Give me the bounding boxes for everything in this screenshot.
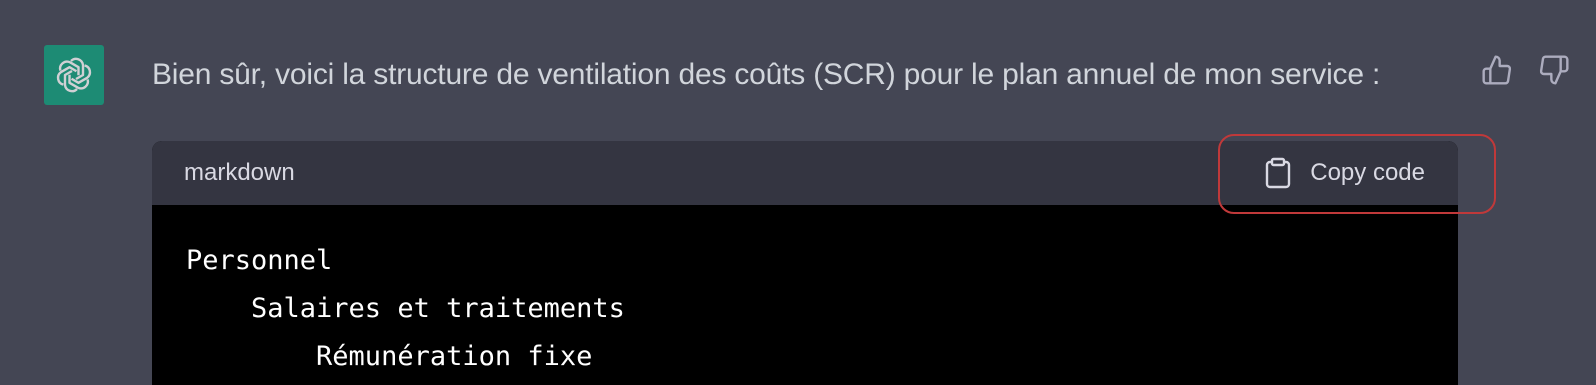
thumbs-down-button[interactable] — [1536, 52, 1572, 88]
thumbs-up-icon — [1482, 55, 1512, 85]
copy-code-button[interactable]: Copy code — [1264, 155, 1425, 191]
assistant-message-text: Bien sûr, voici la structure de ventilat… — [152, 58, 1381, 91]
thumbs-down-icon — [1539, 55, 1569, 85]
code-block: markdown Copy code Personnel Salaires et… — [152, 141, 1458, 385]
clipboard-icon — [1266, 157, 1291, 189]
code-line: Salaires et traitements — [186, 293, 625, 324]
copy-code-label: Copy code — [1310, 159, 1425, 186]
openai-logo-icon — [56, 57, 92, 93]
code-line: Personnel — [186, 245, 333, 276]
assistant-avatar — [44, 45, 104, 105]
code-language-label: markdown — [184, 159, 295, 186]
code-block-header: markdown Copy code — [152, 141, 1458, 205]
code-line: Rémunération fixe — [186, 341, 593, 372]
thumbs-up-button[interactable] — [1479, 52, 1515, 88]
